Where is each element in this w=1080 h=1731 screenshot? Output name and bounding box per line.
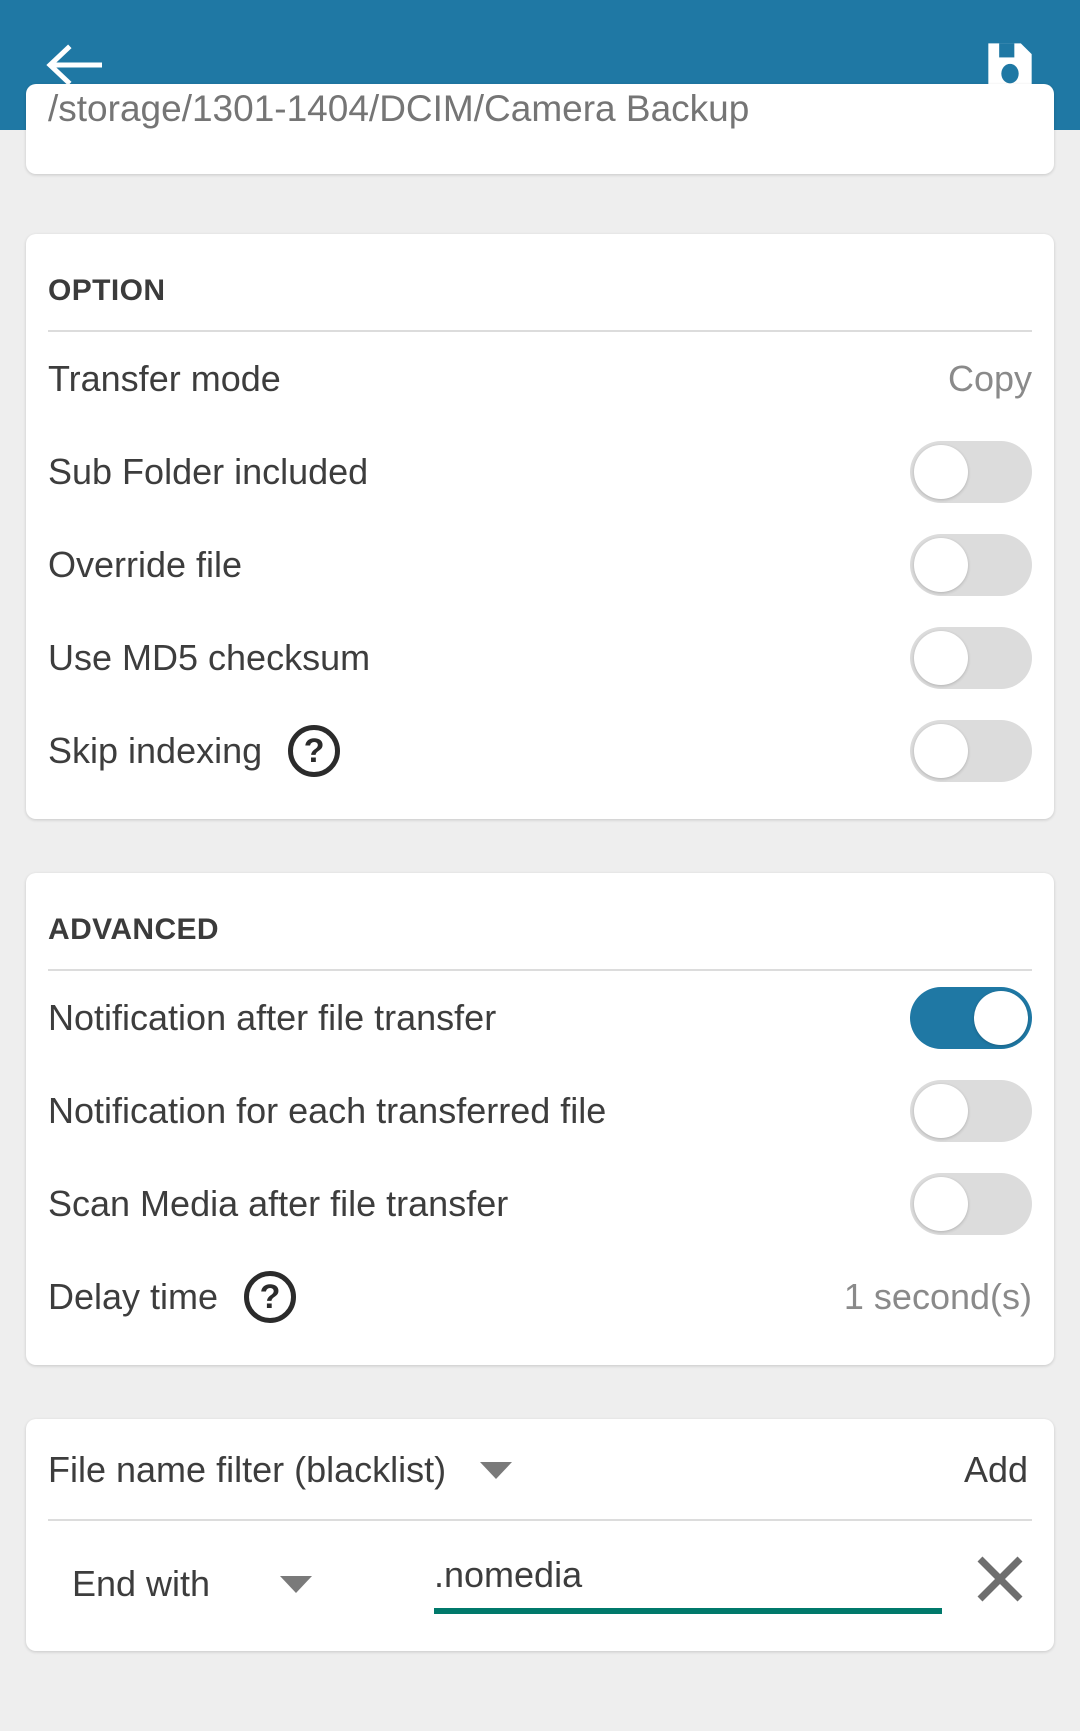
- row-label: Skip indexing: [48, 729, 263, 771]
- filter-pattern-input[interactable]: [434, 1554, 942, 1596]
- toggle-knob: [974, 990, 1028, 1045]
- row-label: Override file: [48, 543, 243, 585]
- toggle-knob: [914, 630, 968, 685]
- toggle-sub-folder-included[interactable]: [910, 440, 1032, 503]
- match-type-label: End with: [72, 1563, 211, 1604]
- toggle-knob: [914, 1083, 968, 1138]
- row-label: Notification for each transferred file: [48, 1089, 607, 1131]
- row-left: Delay time ?: [48, 1270, 297, 1323]
- toggle-knob: [914, 444, 968, 499]
- remove-filter-icon[interactable]: [968, 1547, 1032, 1611]
- destination-path-text: /storage/1301-1404/DCIM/Camera Backup: [48, 88, 750, 129]
- destination-path-card[interactable]: /storage/1301-1404/DCIM/Camera Backup: [26, 84, 1054, 174]
- toggle-knob: [914, 723, 968, 778]
- row-override-file[interactable]: Override file: [26, 518, 1054, 611]
- toggle-skip-indexing[interactable]: [910, 719, 1032, 782]
- chevron-down-icon: [480, 1461, 513, 1479]
- filter-pattern-field: [434, 1554, 942, 1614]
- row-label: Scan Media after file transfer: [48, 1182, 509, 1224]
- filter-header: File name filter (blacklist) Add: [26, 1419, 1054, 1519]
- row-left: Use MD5 checksum: [48, 637, 370, 679]
- row-notification-after-transfer[interactable]: Notification after file transfer: [26, 971, 1054, 1064]
- filter-kind-label: File name filter (blacklist): [48, 1449, 447, 1490]
- help-icon[interactable]: ?: [244, 1270, 297, 1323]
- row-scan-media-after-transfer[interactable]: Scan Media after file transfer: [26, 1157, 1054, 1250]
- delay-time-value[interactable]: 1 second(s): [844, 1276, 1032, 1318]
- option-section-title: OPTION: [48, 274, 166, 307]
- row-sub-folder-included[interactable]: Sub Folder included: [26, 425, 1054, 518]
- option-section-card: OPTION Transfer mode Copy Sub Folder inc…: [26, 234, 1054, 819]
- row-skip-indexing[interactable]: Skip indexing ?: [26, 704, 1054, 797]
- row-label: Use MD5 checksum: [48, 636, 371, 678]
- toggle-override-file[interactable]: [910, 533, 1032, 596]
- toggle-notification-after-transfer[interactable]: [910, 986, 1032, 1049]
- toggle-knob: [914, 1176, 968, 1231]
- row-use-md5-checksum[interactable]: Use MD5 checksum: [26, 611, 1054, 704]
- filter-kind-dropdown[interactable]: File name filter (blacklist): [48, 1449, 513, 1491]
- row-left: Notification after file transfer: [48, 997, 496, 1039]
- chevron-down-icon: [280, 1575, 313, 1593]
- toggle-knob: [914, 537, 968, 592]
- row-label: Notification after file transfer: [48, 996, 497, 1038]
- row-left: Scan Media after file transfer: [48, 1183, 508, 1225]
- row-delay-time[interactable]: Delay time ? 1 second(s): [26, 1250, 1054, 1343]
- advanced-section-title: ADVANCED: [48, 913, 219, 946]
- row-label: Delay time: [48, 1275, 219, 1317]
- toggle-use-md5-checksum[interactable]: [910, 626, 1032, 689]
- row-left: Transfer mode: [48, 358, 281, 400]
- row-transfer-mode[interactable]: Transfer mode Copy: [26, 332, 1054, 425]
- row-left: Notification for each transferred file: [48, 1090, 606, 1132]
- file-name-filter-card: File name filter (blacklist) Add End wit…: [26, 1419, 1054, 1651]
- row-left: Override file: [48, 544, 242, 586]
- row-label: Sub Folder included: [48, 450, 369, 492]
- add-filter-button[interactable]: Add: [964, 1449, 1032, 1491]
- toggle-scan-media-after-transfer[interactable]: [910, 1172, 1032, 1235]
- transfer-mode-value[interactable]: Copy: [948, 358, 1032, 400]
- filter-rule-row: End with: [26, 1521, 1054, 1651]
- help-icon[interactable]: ?: [288, 724, 341, 777]
- match-type-dropdown[interactable]: End with: [72, 1563, 402, 1605]
- row-left: Sub Folder included: [48, 451, 368, 493]
- advanced-section-card: ADVANCED Notification after file transfe…: [26, 873, 1054, 1365]
- row-notification-each-file[interactable]: Notification for each transferred file: [26, 1064, 1054, 1157]
- row-label: Transfer mode: [48, 357, 281, 399]
- toggle-notification-each-file[interactable]: [910, 1079, 1032, 1142]
- row-left: Skip indexing ?: [48, 724, 341, 777]
